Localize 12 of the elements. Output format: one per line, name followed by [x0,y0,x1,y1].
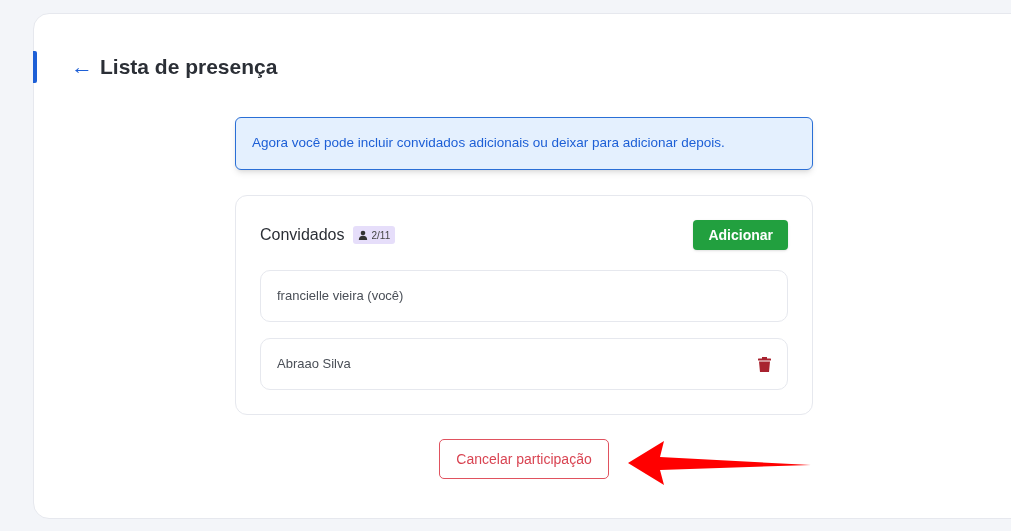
guest-name: francielle vieira (você) [277,287,404,306]
page-title: Lista de presença [100,54,278,81]
cancel-button[interactable]: Cancelar participação [439,439,609,479]
guests-title: Convidados [260,225,345,245]
person-icon [357,230,368,240]
guest-name: Abraao Silva [277,355,351,374]
guest-count-badge: 2/11 [352,226,396,244]
add-button[interactable]: Adicionar [693,220,788,250]
info-message: Agora você pode incluir convidados adicionais ou deixar para adicionar depois. [235,117,813,170]
trash-icon[interactable] [758,356,771,372]
accent-bar [33,51,37,83]
back-button[interactable]: ← [71,56,93,78]
